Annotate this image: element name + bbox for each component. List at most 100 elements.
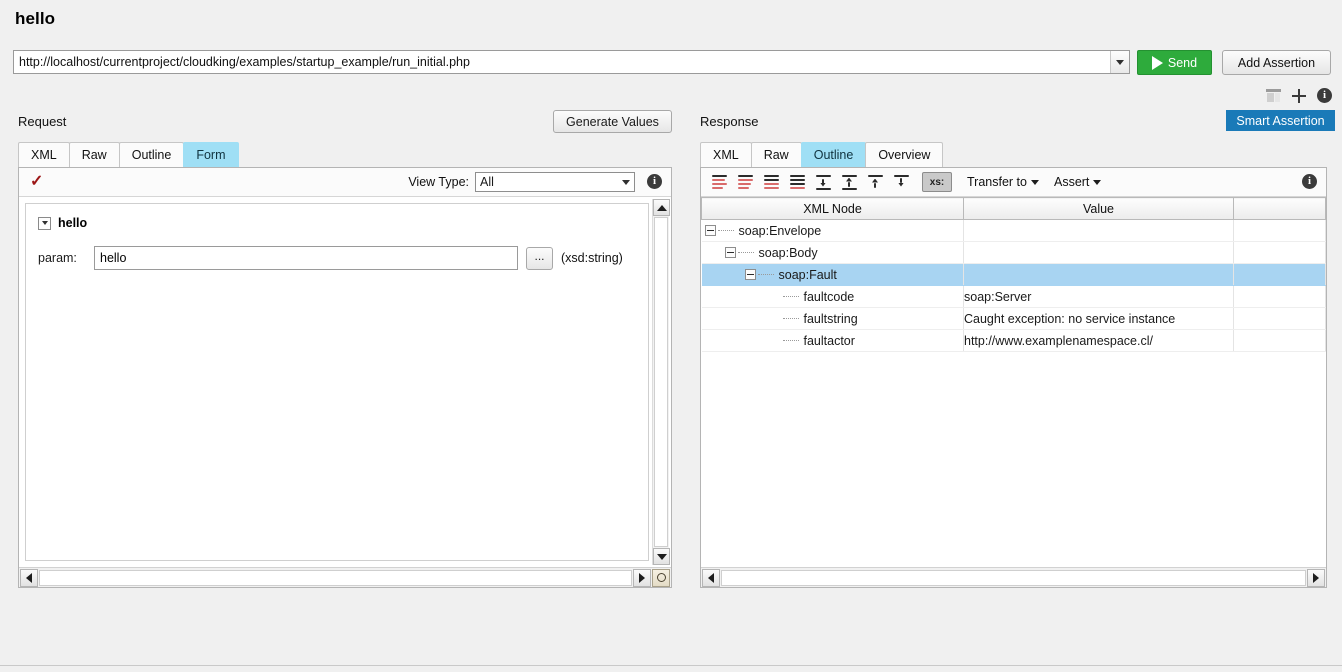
scroll-left-button[interactable] bbox=[702, 568, 720, 587]
form-group-name: hello bbox=[58, 216, 88, 230]
plus-icon[interactable] bbox=[1292, 88, 1306, 103]
collapse-all-partial-icon[interactable] bbox=[736, 174, 755, 191]
triangle-left-icon bbox=[26, 572, 32, 583]
node-label: soap:Envelope bbox=[738, 223, 822, 238]
column-header-value[interactable]: Value bbox=[963, 197, 1234, 220]
node-cell[interactable]: soap:Envelope bbox=[701, 219, 964, 242]
info-icon[interactable]: i bbox=[1317, 88, 1332, 103]
send-button[interactable]: Send bbox=[1137, 50, 1212, 75]
scroll-down-button[interactable] bbox=[653, 548, 670, 565]
tree-collapse-toggle[interactable] bbox=[744, 269, 756, 280]
table-row[interactable]: soap:Envelope bbox=[701, 219, 1326, 242]
extra-cell[interactable] bbox=[1233, 219, 1326, 242]
response-panel-header: Response Smart Assertion bbox=[690, 108, 1335, 142]
node-cell[interactable]: faultstring bbox=[701, 307, 964, 330]
column-header-extra[interactable] bbox=[1233, 197, 1326, 220]
extra-cell[interactable] bbox=[1233, 263, 1326, 286]
table-row[interactable]: faultstring Caught exception: no service… bbox=[701, 307, 1326, 330]
move-top-icon[interactable] bbox=[866, 174, 885, 191]
table-row[interactable]: soap:Body bbox=[701, 241, 1326, 264]
form-fields-container: hello param: ... (xsd:string) bbox=[25, 203, 649, 561]
tab-request-raw[interactable]: Raw bbox=[68, 142, 120, 167]
node-cell[interactable]: faultactor bbox=[701, 329, 964, 352]
tree-line bbox=[757, 274, 774, 275]
scroll-track[interactable] bbox=[654, 217, 668, 547]
move-up-icon[interactable] bbox=[840, 174, 859, 191]
form-group-header[interactable]: hello bbox=[38, 216, 87, 230]
triangle-up-icon bbox=[656, 204, 667, 211]
tab-label: Overview bbox=[878, 148, 931, 162]
value-cell[interactable]: http://www.examplenamespace.cl/ bbox=[963, 329, 1234, 352]
value-cell[interactable]: soap:Server bbox=[963, 285, 1234, 308]
scroll-up-button[interactable] bbox=[653, 199, 670, 216]
xml-outline-tree: XML Node Value soap:Envelope soap:Body s… bbox=[701, 197, 1326, 567]
scroll-track[interactable] bbox=[39, 569, 632, 586]
scroll-track[interactable] bbox=[721, 569, 1306, 586]
extra-cell[interactable] bbox=[1233, 307, 1326, 330]
info-icon[interactable]: i bbox=[647, 174, 662, 189]
tab-label: Raw bbox=[81, 148, 107, 162]
table-header-row: XML Node Value bbox=[701, 197, 1326, 220]
scroll-right-button[interactable] bbox=[1307, 568, 1325, 587]
extra-cell[interactable] bbox=[1233, 329, 1326, 352]
endpoint-combo[interactable] bbox=[13, 50, 1130, 74]
chevron-down-icon[interactable] bbox=[38, 216, 51, 230]
value-cell[interactable] bbox=[963, 263, 1234, 286]
response-content: xs: Transfer to Assert i XML Node Value … bbox=[700, 167, 1327, 588]
tab-response-raw[interactable]: Raw bbox=[750, 142, 802, 167]
tree-collapse-toggle[interactable] bbox=[724, 247, 736, 258]
table-row[interactable]: faultactor http://www.examplenamespace.c… bbox=[701, 329, 1326, 352]
extra-cell[interactable] bbox=[1233, 285, 1326, 308]
bottom-divider bbox=[0, 665, 1342, 666]
filter-icon[interactable] bbox=[1266, 88, 1281, 103]
endpoint-toolbar: Send Add Assertion bbox=[0, 42, 1342, 84]
title-bar: hello bbox=[0, 0, 1342, 42]
node-cell[interactable]: faultcode bbox=[701, 285, 964, 308]
expand-all-partial-icon[interactable] bbox=[710, 174, 729, 191]
extra-cell[interactable] bbox=[1233, 241, 1326, 264]
tab-request-form[interactable]: Form bbox=[183, 142, 239, 167]
response-horizontal-scrollbar[interactable] bbox=[701, 567, 1326, 587]
view-type-select[interactable]: All bbox=[475, 172, 635, 192]
tab-response-xml[interactable]: XML bbox=[700, 142, 752, 167]
endpoint-dropdown-button[interactable] bbox=[1110, 51, 1129, 73]
request-panel: Request Generate Values XML Raw Outline … bbox=[8, 108, 680, 588]
expand-all-icon[interactable] bbox=[762, 174, 781, 191]
table-row[interactable]: faultcode soap:Server bbox=[701, 285, 1326, 308]
scroll-left-button[interactable] bbox=[20, 568, 38, 587]
column-header-xml-node[interactable]: XML Node bbox=[701, 197, 964, 220]
param-browse-button[interactable]: ... bbox=[526, 246, 553, 270]
value-cell[interactable] bbox=[963, 219, 1234, 242]
transfer-to-dropdown[interactable]: Transfer to bbox=[967, 175, 1039, 189]
scroll-right-button[interactable] bbox=[633, 568, 651, 587]
tab-request-outline[interactable]: Outline bbox=[118, 142, 185, 167]
request-horizontal-scrollbar[interactable] bbox=[19, 567, 671, 587]
generate-values-button[interactable]: Generate Values bbox=[553, 110, 672, 133]
move-down-icon[interactable] bbox=[814, 174, 833, 191]
collapse-all-icon[interactable] bbox=[788, 174, 807, 191]
value-cell[interactable]: Caught exception: no service instance bbox=[963, 307, 1234, 330]
tab-request-xml[interactable]: XML bbox=[18, 142, 70, 167]
resize-grip-icon[interactable] bbox=[652, 568, 670, 587]
value-cell[interactable] bbox=[963, 241, 1234, 264]
move-bottom-icon[interactable] bbox=[892, 174, 911, 191]
assert-dropdown[interactable]: Assert bbox=[1054, 175, 1102, 189]
info-icon[interactable]: i bbox=[1302, 174, 1317, 189]
param-input[interactable] bbox=[94, 246, 518, 270]
view-type-label: View Type: bbox=[408, 175, 469, 189]
node-label: soap:Body bbox=[758, 245, 818, 260]
smart-assertion-button[interactable]: Smart Assertion bbox=[1226, 110, 1335, 131]
tab-response-overview[interactable]: Overview bbox=[865, 142, 944, 167]
endpoint-input[interactable] bbox=[14, 51, 1110, 73]
tab-response-outline[interactable]: Outline bbox=[800, 142, 867, 167]
node-cell[interactable]: soap:Fault bbox=[701, 263, 964, 286]
request-vertical-scrollbar[interactable] bbox=[652, 199, 670, 565]
response-tab-strip: XML Raw Outline Overview bbox=[690, 142, 1335, 167]
generate-values-label: Generate Values bbox=[566, 114, 659, 129]
xsd-toggle-button[interactable]: xs: bbox=[922, 172, 952, 192]
tree-collapse-toggle[interactable] bbox=[704, 225, 716, 236]
add-assertion-button[interactable]: Add Assertion bbox=[1222, 50, 1331, 75]
tab-label: XML bbox=[31, 148, 57, 162]
node-cell[interactable]: soap:Body bbox=[701, 241, 964, 264]
table-row[interactable]: soap:Fault bbox=[701, 263, 1326, 286]
